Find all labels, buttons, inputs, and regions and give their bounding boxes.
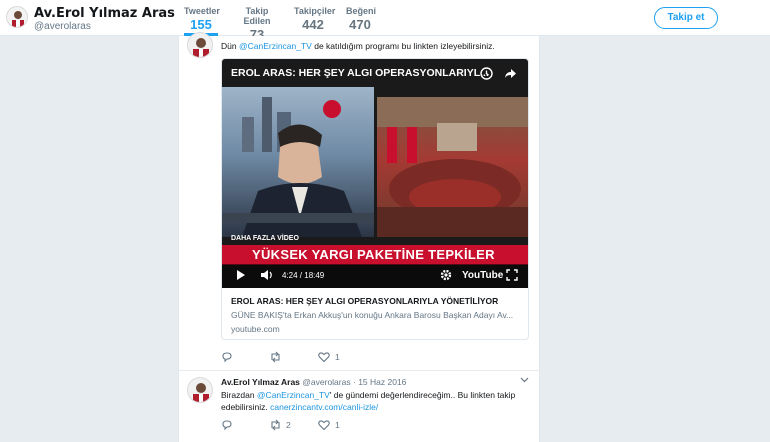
stat-value: 442 (302, 17, 324, 32)
tweet-author-name[interactable]: Av.Erol Yılmaz Aras (221, 377, 300, 387)
timeline: Dün @CanErzincan_TV de katıldığım progra… (178, 32, 540, 442)
mention-link[interactable]: @CanErzincan_TV (239, 41, 312, 51)
youtube-logo[interactable]: YouTube (462, 270, 503, 281)
profile-name[interactable]: Av.Erol Yılmaz Aras (34, 6, 175, 21)
card-body[interactable]: EROL ARAS: HER ŞEY ALGI OPERASYONLARIYLA… (222, 288, 528, 339)
tweet[interactable]: Av.Erol Yılmaz Aras @averolaras · 15 Haz… (179, 371, 539, 442)
separator: · (352, 377, 356, 387)
reply-icon[interactable] (221, 419, 233, 434)
more-videos-button[interactable]: DAHA FAZLA VİDEO (231, 235, 299, 242)
stat-label: Takip Edilen (243, 6, 271, 26)
profile-handle[interactable]: @averolaras (34, 21, 91, 32)
stat-followers[interactable]: Takipçiler 442 (294, 6, 336, 32)
link-card[interactable]: EROL ARAS: HER ŞEY ALGI OPERASYONLARIYL.… (221, 58, 529, 340)
stat-value: 470 (349, 17, 371, 32)
tweet-actions: 1 (221, 351, 421, 365)
play-icon[interactable] (236, 269, 246, 285)
fullscreen-icon[interactable] (506, 269, 518, 285)
tweet-text: Dün @CanErzincan_TV de katıldığım progra… (221, 40, 531, 52)
like-count: 1 (335, 420, 340, 430)
retweet-icon[interactable] (269, 419, 282, 434)
tweet-text-part: de katıldığım programı bu linkten izleye… (311, 41, 495, 51)
stat-value: 155 (190, 17, 212, 32)
video-player[interactable]: EROL ARAS: HER ŞEY ALGI OPERASYONLARIYL.… (222, 59, 528, 288)
stat-label: Beğeni (346, 6, 377, 16)
avatar[interactable] (187, 32, 213, 58)
avatar[interactable] (187, 377, 213, 403)
video-title[interactable]: EROL ARAS: HER ŞEY ALGI OPERASYONLARIYL.… (231, 67, 489, 79)
mention-link[interactable]: @CanErzincan_TV (257, 390, 330, 400)
video-frame-parliament (377, 97, 528, 237)
card-domain: youtube.com (231, 324, 280, 334)
avatar[interactable] (6, 6, 28, 28)
video-frame-studio (222, 87, 374, 237)
retweet-icon[interactable] (269, 351, 282, 366)
volume-icon[interactable] (260, 269, 274, 285)
card-title: EROL ARAS: HER ŞEY ALGI OPERASYONLARIYLA… (231, 296, 499, 306)
like-icon[interactable] (318, 419, 330, 434)
tweet[interactable]: Dün @CanErzincan_TV de katıldığım progra… (179, 32, 539, 371)
share-icon[interactable] (504, 67, 517, 84)
tweet-text-part: Dün (221, 41, 239, 51)
card-description: GÜNE BAKIŞ'ta Erkan Akkuş'un konuğu Anka… (231, 310, 514, 320)
profile-nav-bar: Av.Erol Yılmaz Aras @averolaras Tweetler… (0, 0, 770, 42)
video-timecode: 4:24 / 18:49 (282, 271, 325, 280)
reply-icon[interactable] (221, 351, 233, 366)
stat-likes[interactable]: Beğeni 470 (346, 6, 377, 32)
tweet-date[interactable]: 15 Haz 2016 (358, 377, 406, 387)
stat-label: Tweetler (184, 6, 220, 16)
tweet-text: Birazdan @CanErzincan_TV' de gündemi değ… (221, 389, 521, 413)
headline-banner: YÜKSEK YARGI PAKETİNE TEPKİLER (222, 245, 528, 265)
stat-label: Takipçiler (294, 6, 336, 16)
retweet-count: 2 (286, 420, 291, 430)
caret-down-icon[interactable] (520, 375, 529, 385)
tweet-text-part: Birazdan (221, 390, 257, 400)
like-icon[interactable] (318, 351, 330, 366)
video-controls: 4:24 / 18:49 YouTube (222, 264, 528, 288)
like-count: 1 (335, 352, 340, 362)
url-link[interactable]: canerzincantv.com/canli-izle/ (270, 402, 378, 412)
settings-icon[interactable] (440, 269, 452, 285)
tweet-actions: 2 1 (221, 419, 421, 433)
tweet-header: Av.Erol Yılmaz Aras @averolaras · 15 Haz… (221, 377, 406, 387)
video-headline: YÜKSEK YARGI PAKETİNE TEPKİLER (252, 247, 495, 262)
follow-button[interactable]: Takip et (654, 7, 718, 29)
tweet-author-handle[interactable]: @averolaras (302, 377, 350, 387)
